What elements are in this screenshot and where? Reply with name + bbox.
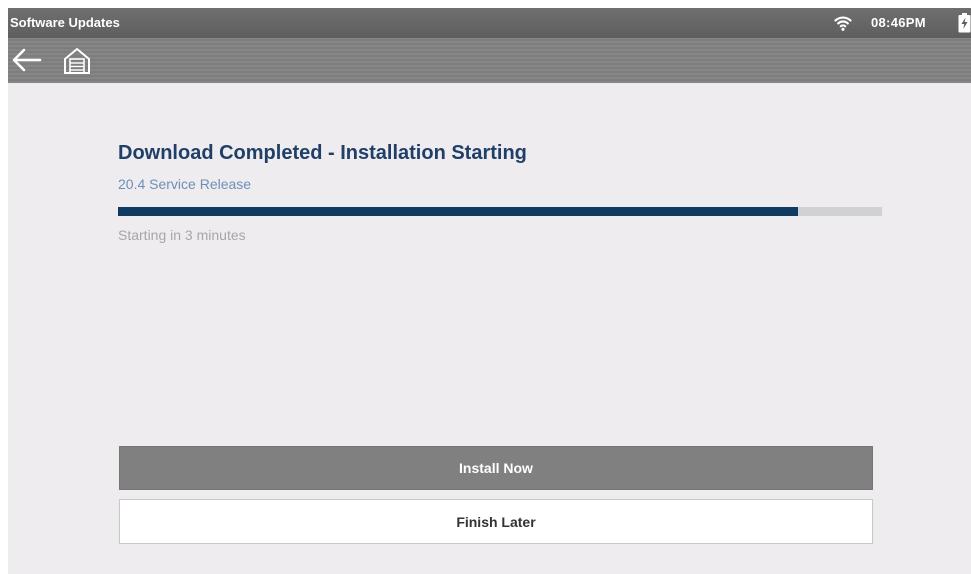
download-progress-bar	[118, 207, 882, 216]
battery-charging-icon	[958, 13, 971, 33]
install-now-label: Install Now	[459, 460, 533, 476]
wifi-icon	[834, 14, 852, 32]
status-bar: Software Updates 08:46PM	[8, 8, 971, 38]
page-title: Download Completed - Installation Starti…	[118, 142, 527, 164]
release-name: 20.4 Service Release	[118, 176, 252, 192]
progress-fill	[118, 207, 798, 216]
back-arrow-icon[interactable]	[10, 46, 44, 74]
nav-bar	[8, 38, 971, 83]
progress-caption: Starting in 3 minutes	[118, 227, 246, 243]
finish-later-label: Finish Later	[456, 513, 536, 530]
device-screen: Software Updates 08:46PM Download Comple…	[8, 8, 971, 574]
home-icon[interactable]	[62, 46, 92, 76]
install-now-button[interactable]: Install Now	[119, 446, 873, 490]
clock: 08:46PM	[871, 15, 926, 30]
finish-later-button[interactable]: Finish Later	[119, 499, 873, 544]
app-title: Software Updates	[10, 15, 120, 30]
